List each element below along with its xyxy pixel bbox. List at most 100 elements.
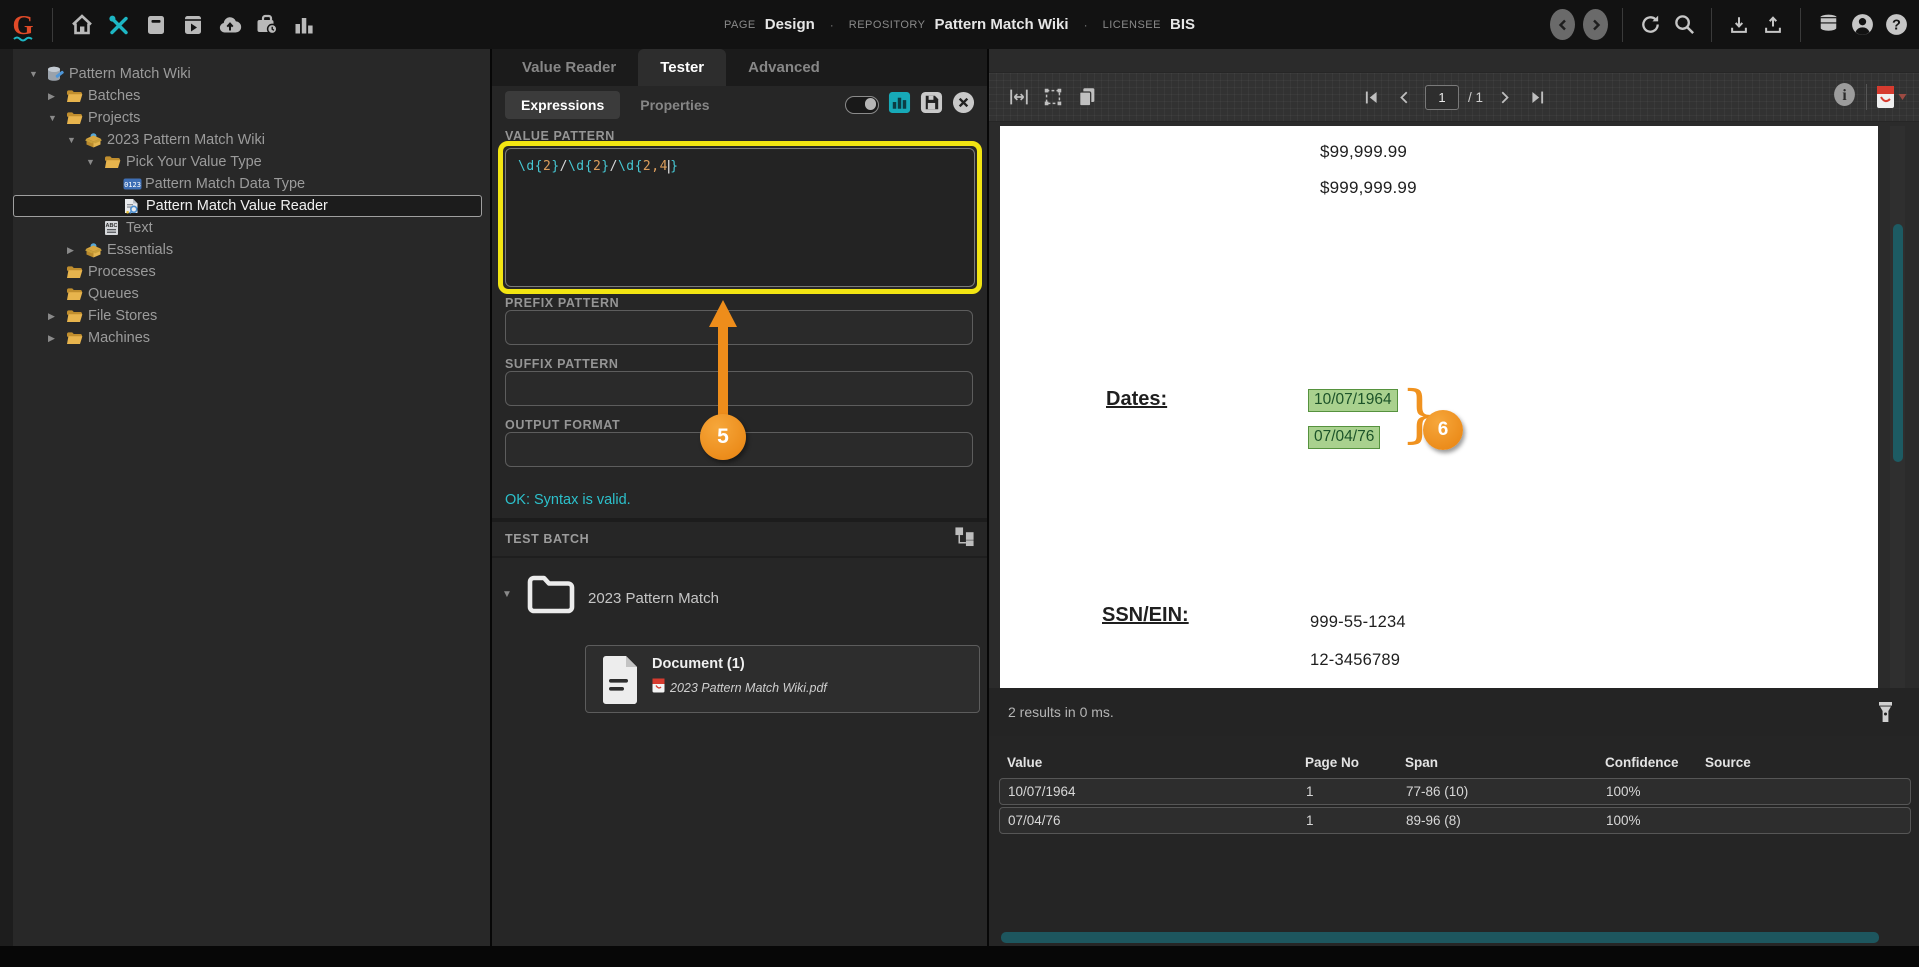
pages-icon[interactable] bbox=[1075, 85, 1099, 109]
import-icon[interactable] bbox=[215, 10, 245, 40]
options-toggle[interactable] bbox=[845, 95, 879, 114]
repository-value[interactable]: Pattern Match Wiki bbox=[935, 16, 1069, 33]
page-number-input[interactable] bbox=[1424, 84, 1459, 110]
column-header-confidence[interactable]: Confidence bbox=[1605, 755, 1705, 770]
close-icon[interactable] bbox=[952, 91, 975, 119]
logo-letter: G bbox=[12, 9, 34, 40]
chevron-right-icon[interactable]: ▶ bbox=[48, 91, 66, 102]
suffix-pattern-input[interactable] bbox=[505, 371, 973, 406]
svg-text:i: i bbox=[1842, 87, 1847, 104]
table-row[interactable]: 07/04/76 1 89-96 (8) 100% bbox=[999, 807, 1911, 834]
valuereader-icon bbox=[124, 198, 146, 214]
tree-item-machines[interactable]: ▶ Machines bbox=[13, 327, 482, 349]
account-icon[interactable] bbox=[1849, 12, 1875, 38]
tree-item-pick-your-value-type[interactable]: ▼ Pick Your Value Type bbox=[13, 151, 482, 173]
database-icon[interactable] bbox=[1815, 12, 1841, 38]
run-batch-icon[interactable] bbox=[178, 10, 208, 40]
previous-page-button[interactable] bbox=[1392, 85, 1416, 109]
chevron-right-icon[interactable]: ▶ bbox=[67, 245, 85, 256]
cell-confidence: 100% bbox=[1606, 784, 1641, 799]
save-button[interactable] bbox=[920, 91, 943, 119]
chevron-down-icon[interactable]: ▼ bbox=[29, 69, 47, 79]
cell-value: 10/07/1964 bbox=[1008, 784, 1076, 799]
document-title: Document (1) bbox=[652, 656, 745, 672]
help-icon[interactable]: ? bbox=[1883, 12, 1909, 38]
tree-item-2023-pattern-match-wiki[interactable]: ▼ 2023 Pattern Match Wiki bbox=[13, 129, 482, 151]
toolbar-divider bbox=[1800, 7, 1801, 42]
database-icon bbox=[47, 66, 69, 82]
tab-tester[interactable]: Tester bbox=[638, 49, 727, 86]
home-icon[interactable] bbox=[67, 10, 97, 40]
batch-hierarchy-icon[interactable] bbox=[954, 526, 975, 552]
chevron-right-icon[interactable]: ▶ bbox=[48, 333, 66, 344]
pdf-export-button[interactable] bbox=[1876, 85, 1907, 109]
tab-value-reader[interactable]: Value Reader bbox=[500, 49, 638, 86]
sub-tabs: Expressions Properties bbox=[505, 90, 726, 119]
vertical-scrollbar[interactable] bbox=[1890, 126, 1905, 688]
fit-width-icon[interactable] bbox=[1007, 85, 1031, 109]
info-icon[interactable]: i bbox=[1832, 82, 1857, 112]
tree-item-pattern-match-wiki[interactable]: ▼ Pattern Match Wiki bbox=[13, 63, 482, 85]
doc-ssn-label: SSN/EIN: bbox=[1102, 604, 1189, 626]
document-page[interactable]: $99,999.99 $999,999.99 Dates: 10/07/1964 0… bbox=[1000, 126, 1878, 688]
nav-back-button[interactable] bbox=[1550, 9, 1575, 40]
table-row[interactable]: 10/07/1964 1 77-86 (10) 100% bbox=[999, 778, 1911, 805]
column-header-span[interactable]: Span bbox=[1405, 755, 1605, 770]
batch-folder-label[interactable]: 2023 Pattern Match bbox=[588, 590, 719, 607]
licensee-value[interactable]: BIS bbox=[1170, 16, 1195, 33]
folder-collapse-arrow[interactable]: ▼ bbox=[502, 589, 512, 600]
tree-item-essentials[interactable]: ▶ Essentials bbox=[13, 239, 482, 261]
nav-forward-button[interactable] bbox=[1583, 9, 1608, 40]
chevron-right-icon[interactable]: ▶ bbox=[48, 311, 66, 322]
stats-icon[interactable] bbox=[289, 10, 319, 40]
horizontal-scrollbar-thumb[interactable] bbox=[1001, 932, 1879, 943]
download-icon[interactable] bbox=[1726, 12, 1752, 38]
pattern-token: \d bbox=[518, 159, 535, 174]
tree-item-file-stores[interactable]: ▶ File Stores bbox=[13, 305, 482, 327]
batches-icon[interactable] bbox=[141, 10, 171, 40]
results-chart-button[interactable] bbox=[888, 91, 911, 119]
tree-item-processes[interactable]: Processes bbox=[13, 261, 482, 283]
pattern-token: \d bbox=[617, 159, 635, 174]
prefix-pattern-input[interactable] bbox=[505, 310, 973, 345]
chevron-down-icon[interactable]: ▼ bbox=[86, 157, 104, 167]
tree-item-label: Pattern Match Data Type bbox=[145, 176, 306, 192]
subtab-properties[interactable]: Properties bbox=[624, 91, 725, 119]
tree-item-projects[interactable]: ▼ Projects bbox=[13, 107, 482, 129]
column-header-source[interactable]: Source bbox=[1705, 755, 1919, 770]
subtab-expressions[interactable]: Expressions bbox=[505, 90, 621, 119]
page-value[interactable]: Design bbox=[765, 16, 815, 33]
repository-label: REPOSITORY bbox=[848, 18, 926, 31]
value-pattern-input[interactable]: \d{2}/\d{2}/\d{2,4|} bbox=[505, 148, 975, 287]
refresh-icon[interactable] bbox=[1637, 12, 1663, 38]
tree-item-pattern-match-value-reader[interactable]: Pattern Match Value Reader bbox=[13, 195, 482, 217]
tree-item-text[interactable]: ABC Text bbox=[13, 217, 482, 239]
cell-span: 77-86 (10) bbox=[1406, 784, 1469, 799]
jobs-icon[interactable] bbox=[252, 10, 282, 40]
grooper-logo[interactable]: G bbox=[0, 0, 46, 49]
tree-item-pattern-match-data-type[interactable]: 0123 Pattern Match Data Type bbox=[13, 173, 482, 195]
separator-dot: · bbox=[829, 17, 834, 32]
tree-item-batches[interactable]: ▶ Batches bbox=[13, 85, 482, 107]
tree-item-label: Text bbox=[126, 220, 153, 236]
search-icon[interactable] bbox=[1671, 12, 1697, 38]
column-header-page-no[interactable]: Page No bbox=[1305, 755, 1405, 770]
tree-gutter bbox=[0, 49, 13, 946]
region-select-icon[interactable] bbox=[1041, 85, 1065, 109]
design-tools-icon[interactable] bbox=[104, 10, 134, 40]
tab-advanced[interactable]: Advanced bbox=[726, 49, 842, 86]
highlighter-icon[interactable] bbox=[1873, 700, 1897, 724]
next-page-button[interactable] bbox=[1492, 85, 1516, 109]
vertical-scrollbar-thumb[interactable] bbox=[1892, 224, 1903, 462]
test-document-card[interactable]: Document (1) 2023 Pattern Match Wiki.pdf bbox=[585, 645, 980, 713]
tree-item-queues[interactable]: Queues bbox=[13, 283, 482, 305]
batch-folder-icon[interactable] bbox=[526, 573, 576, 620]
column-header-value[interactable]: Value bbox=[1007, 755, 1305, 770]
first-page-button[interactable] bbox=[1359, 85, 1383, 109]
licensee-label: LICENSEE bbox=[1102, 18, 1161, 31]
upload-icon[interactable] bbox=[1760, 12, 1786, 38]
chevron-down-icon[interactable]: ▼ bbox=[67, 135, 85, 145]
last-page-button[interactable] bbox=[1525, 85, 1549, 109]
doc-dates-label: Dates: bbox=[1106, 388, 1168, 410]
chevron-down-icon[interactable]: ▼ bbox=[48, 113, 66, 123]
